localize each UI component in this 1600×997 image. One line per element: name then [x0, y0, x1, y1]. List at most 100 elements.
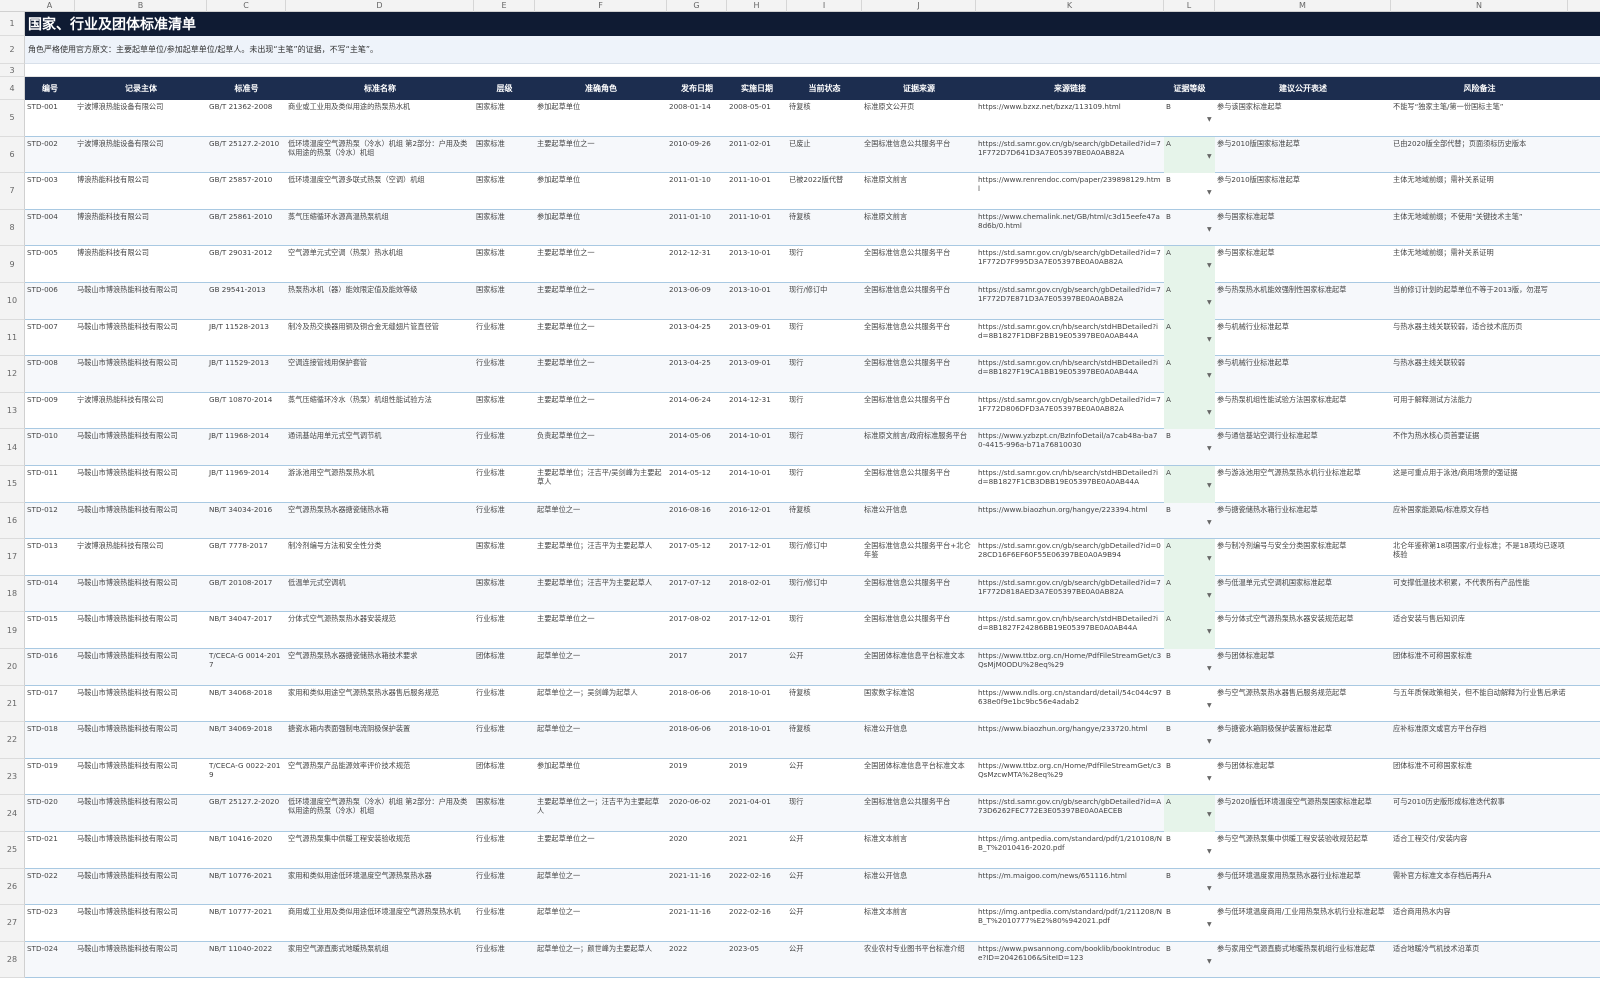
header-level[interactable]: 层级: [474, 77, 535, 100]
cell-effective-date[interactable]: 2022-02-16: [727, 869, 787, 906]
row-number[interactable]: 21: [0, 685, 25, 723]
cell-evidence-source[interactable]: 全国团体标准信息平台标准文本: [862, 759, 976, 796]
sheet-note[interactable]: 角色严格使用官方原文：主要起草单位/参加起草单位/起草人。未出现“主笔”的证据，…: [28, 36, 378, 64]
cell-evidence-source[interactable]: 标准原文公开页: [862, 100, 976, 137]
cell-status[interactable]: 公开: [787, 649, 862, 686]
dropdown-arrow-icon[interactable]: ▼: [1207, 336, 1212, 343]
cell-std-no[interactable]: GB/T 7778-2017: [207, 539, 286, 576]
cell-effective-date[interactable]: 2013-09-01: [727, 356, 787, 393]
sheet-title[interactable]: 国家、行业及团体标准清单: [28, 13, 196, 37]
cell-std-name[interactable]: 空气源热泵集中供暖工程安装验收规范: [286, 832, 474, 869]
column-letter[interactable]: J: [862, 0, 976, 12]
cell-evidence-source[interactable]: 标准文本前言: [862, 832, 976, 869]
cell-publish-date[interactable]: 2010-09-26: [667, 137, 727, 174]
cell-std-no[interactable]: NB/T 34069-2018: [207, 722, 286, 759]
cell-publish-date[interactable]: 2011-01-10: [667, 210, 727, 247]
row-number[interactable]: 24: [0, 795, 25, 832]
cell-public-statement[interactable]: 参与家用空气源直膨式地暖热泵机组行业标准起草: [1215, 942, 1391, 979]
row-number[interactable]: 3: [0, 64, 25, 77]
cell-risk-note[interactable]: 适合安装与售后知识库: [1391, 612, 1568, 649]
cell-publish-date[interactable]: 2017-07-12: [667, 576, 727, 613]
cell-role[interactable]: 主要起草单位之一: [535, 246, 667, 283]
cell-std-name[interactable]: 家用空气源直膨式地暖热泵机组: [286, 942, 474, 979]
dropdown-arrow-icon[interactable]: ▼: [1207, 482, 1212, 489]
cell-std-name[interactable]: 空气源单元式空调（热泵）热水机组: [286, 246, 474, 283]
cell-publish-date[interactable]: 2008-01-14: [667, 100, 727, 137]
cell-evidence-source[interactable]: 全国标准信息公共服务平台: [862, 246, 976, 283]
cell-source-link[interactable]: https://www.biaozhun.org/hangye/233720.h…: [976, 722, 1164, 759]
cell-std-no[interactable]: JB/T 11529-2013: [207, 356, 286, 393]
cell-evidence-source[interactable]: 标准公开信息: [862, 869, 976, 906]
row-number[interactable]: 28: [0, 941, 25, 979]
cell-level[interactable]: 国家标准: [474, 576, 535, 613]
cell-subject[interactable]: 宁波博浪热能设备有限公司: [75, 137, 207, 174]
cell-status[interactable]: 已被2022版代替: [787, 173, 862, 210]
cell-evidence-source[interactable]: 全国标准信息公共服务平台: [862, 137, 976, 174]
cell-std-name[interactable]: 游泳池用空气源热泵热水机: [286, 466, 474, 503]
cell-status[interactable]: 现行/修订中: [787, 576, 862, 613]
cell-evidence-source[interactable]: 标准公开信息: [862, 722, 976, 759]
cell-level[interactable]: 国家标准: [474, 539, 535, 576]
cell-level[interactable]: 行业标准: [474, 942, 535, 979]
header-source-link[interactable]: 来源链接: [976, 77, 1164, 100]
cell-status[interactable]: 现行: [787, 393, 862, 430]
header-std-no[interactable]: 标准号: [207, 77, 286, 100]
cell-source-link[interactable]: https://www.ttbz.org.cn/Home/PdfFileStre…: [976, 759, 1164, 796]
cell-subject[interactable]: 博浪热能科技有限公司: [75, 173, 207, 210]
row-number[interactable]: 11: [0, 319, 25, 357]
column-letter[interactable]: L: [1164, 0, 1215, 12]
column-letter[interactable]: I: [787, 0, 862, 12]
column-letter[interactable]: D: [286, 0, 474, 12]
cell-role[interactable]: 起草单位之一: [535, 649, 667, 686]
cell-role[interactable]: 主要起草单位之一: [535, 393, 667, 430]
cell-id[interactable]: STD-020: [25, 795, 75, 832]
cell-role[interactable]: 参加起草单位: [535, 210, 667, 247]
header-effective-date[interactable]: 实施日期: [727, 77, 787, 100]
cell-public-statement[interactable]: 参与国家标准起草: [1215, 210, 1391, 247]
cell-effective-date[interactable]: 2013-10-01: [727, 283, 787, 320]
row-number[interactable]: 26: [0, 868, 25, 906]
cell-subject[interactable]: 马鞍山市博浪热能科技有限公司: [75, 649, 207, 686]
row-number[interactable]: 9: [0, 246, 25, 283]
cell-role[interactable]: 主要起草单位；汪吉平/吴剑峰为主要起草人: [535, 466, 667, 503]
cell-subject[interactable]: 马鞍山市博浪热能科技有限公司: [75, 759, 207, 796]
row-number[interactable]: 8: [0, 209, 25, 247]
cell-std-name[interactable]: 低环境温度空气源热泵（冷水）机组 第2部分：户用及类似用途的热泵（冷水）机组: [286, 795, 474, 832]
cell-status[interactable]: 公开: [787, 942, 862, 979]
header-subject[interactable]: 记录主体: [75, 77, 207, 100]
column-letter[interactable]: B: [75, 0, 207, 12]
dropdown-arrow-icon[interactable]: ▼: [1207, 958, 1212, 965]
cell-id[interactable]: STD-024: [25, 942, 75, 979]
cell-effective-date[interactable]: 2008-05-01: [727, 100, 787, 137]
row-number[interactable]: 14: [0, 429, 25, 466]
cell-evidence-source[interactable]: 全国标准信息公共服务平台+北仑年鉴: [862, 539, 976, 576]
dropdown-arrow-icon[interactable]: ▼: [1207, 775, 1212, 782]
cell-id[interactable]: STD-002: [25, 137, 75, 174]
cell-evidence-source[interactable]: 全国标准信息公共服务平台: [862, 612, 976, 649]
cell-id[interactable]: STD-007: [25, 320, 75, 357]
cell-std-no[interactable]: NB/T 34068-2018: [207, 686, 286, 723]
cell-source-link[interactable]: https://std.samr.gov.cn/gb/search/gbDeta…: [976, 795, 1164, 832]
cell-public-statement[interactable]: 参与搪瓷储热水箱行业标准起草: [1215, 503, 1391, 540]
cell-std-no[interactable]: NB/T 10776-2021: [207, 869, 286, 906]
cell-status[interactable]: 公开: [787, 832, 862, 869]
cell-publish-date[interactable]: 2021-11-16: [667, 869, 727, 906]
cell-level[interactable]: 行业标准: [474, 686, 535, 723]
cell-effective-date[interactable]: 2023-05: [727, 942, 787, 979]
cell-std-name[interactable]: 家用和类似用途低环境温度空气源热泵热水器: [286, 869, 474, 906]
cell-role[interactable]: 起草单位之一；颜世峰为主要起草人: [535, 942, 667, 979]
cell-status[interactable]: 现行: [787, 320, 862, 357]
cell-risk-note[interactable]: 需补官方标准文本存档后再升A: [1391, 869, 1568, 906]
cell-source-link[interactable]: https://std.samr.gov.cn/hb/search/stdHBD…: [976, 356, 1164, 393]
cell-publish-date[interactable]: 2016-08-16: [667, 503, 727, 540]
header-publish-date[interactable]: 发布日期: [667, 77, 727, 100]
cell-std-name[interactable]: 低环境温度空气源热泵（冷水）机组 第2部分：户用及类似用途的热泵（冷水）机组: [286, 137, 474, 174]
cell-std-name[interactable]: 空气源热泵热水器搪瓷储热水箱技术要求: [286, 649, 474, 686]
dropdown-arrow-icon[interactable]: ▼: [1207, 299, 1212, 306]
cell-status[interactable]: 公开: [787, 869, 862, 906]
cell-source-link[interactable]: https://std.samr.gov.cn/gb/search/gbDeta…: [976, 137, 1164, 174]
column-letter[interactable]: H: [727, 0, 787, 12]
cell-effective-date[interactable]: 2017-12-01: [727, 612, 787, 649]
cell-public-statement[interactable]: 参与2010版国家标准起草: [1215, 173, 1391, 210]
dropdown-arrow-icon[interactable]: ▼: [1207, 262, 1212, 269]
